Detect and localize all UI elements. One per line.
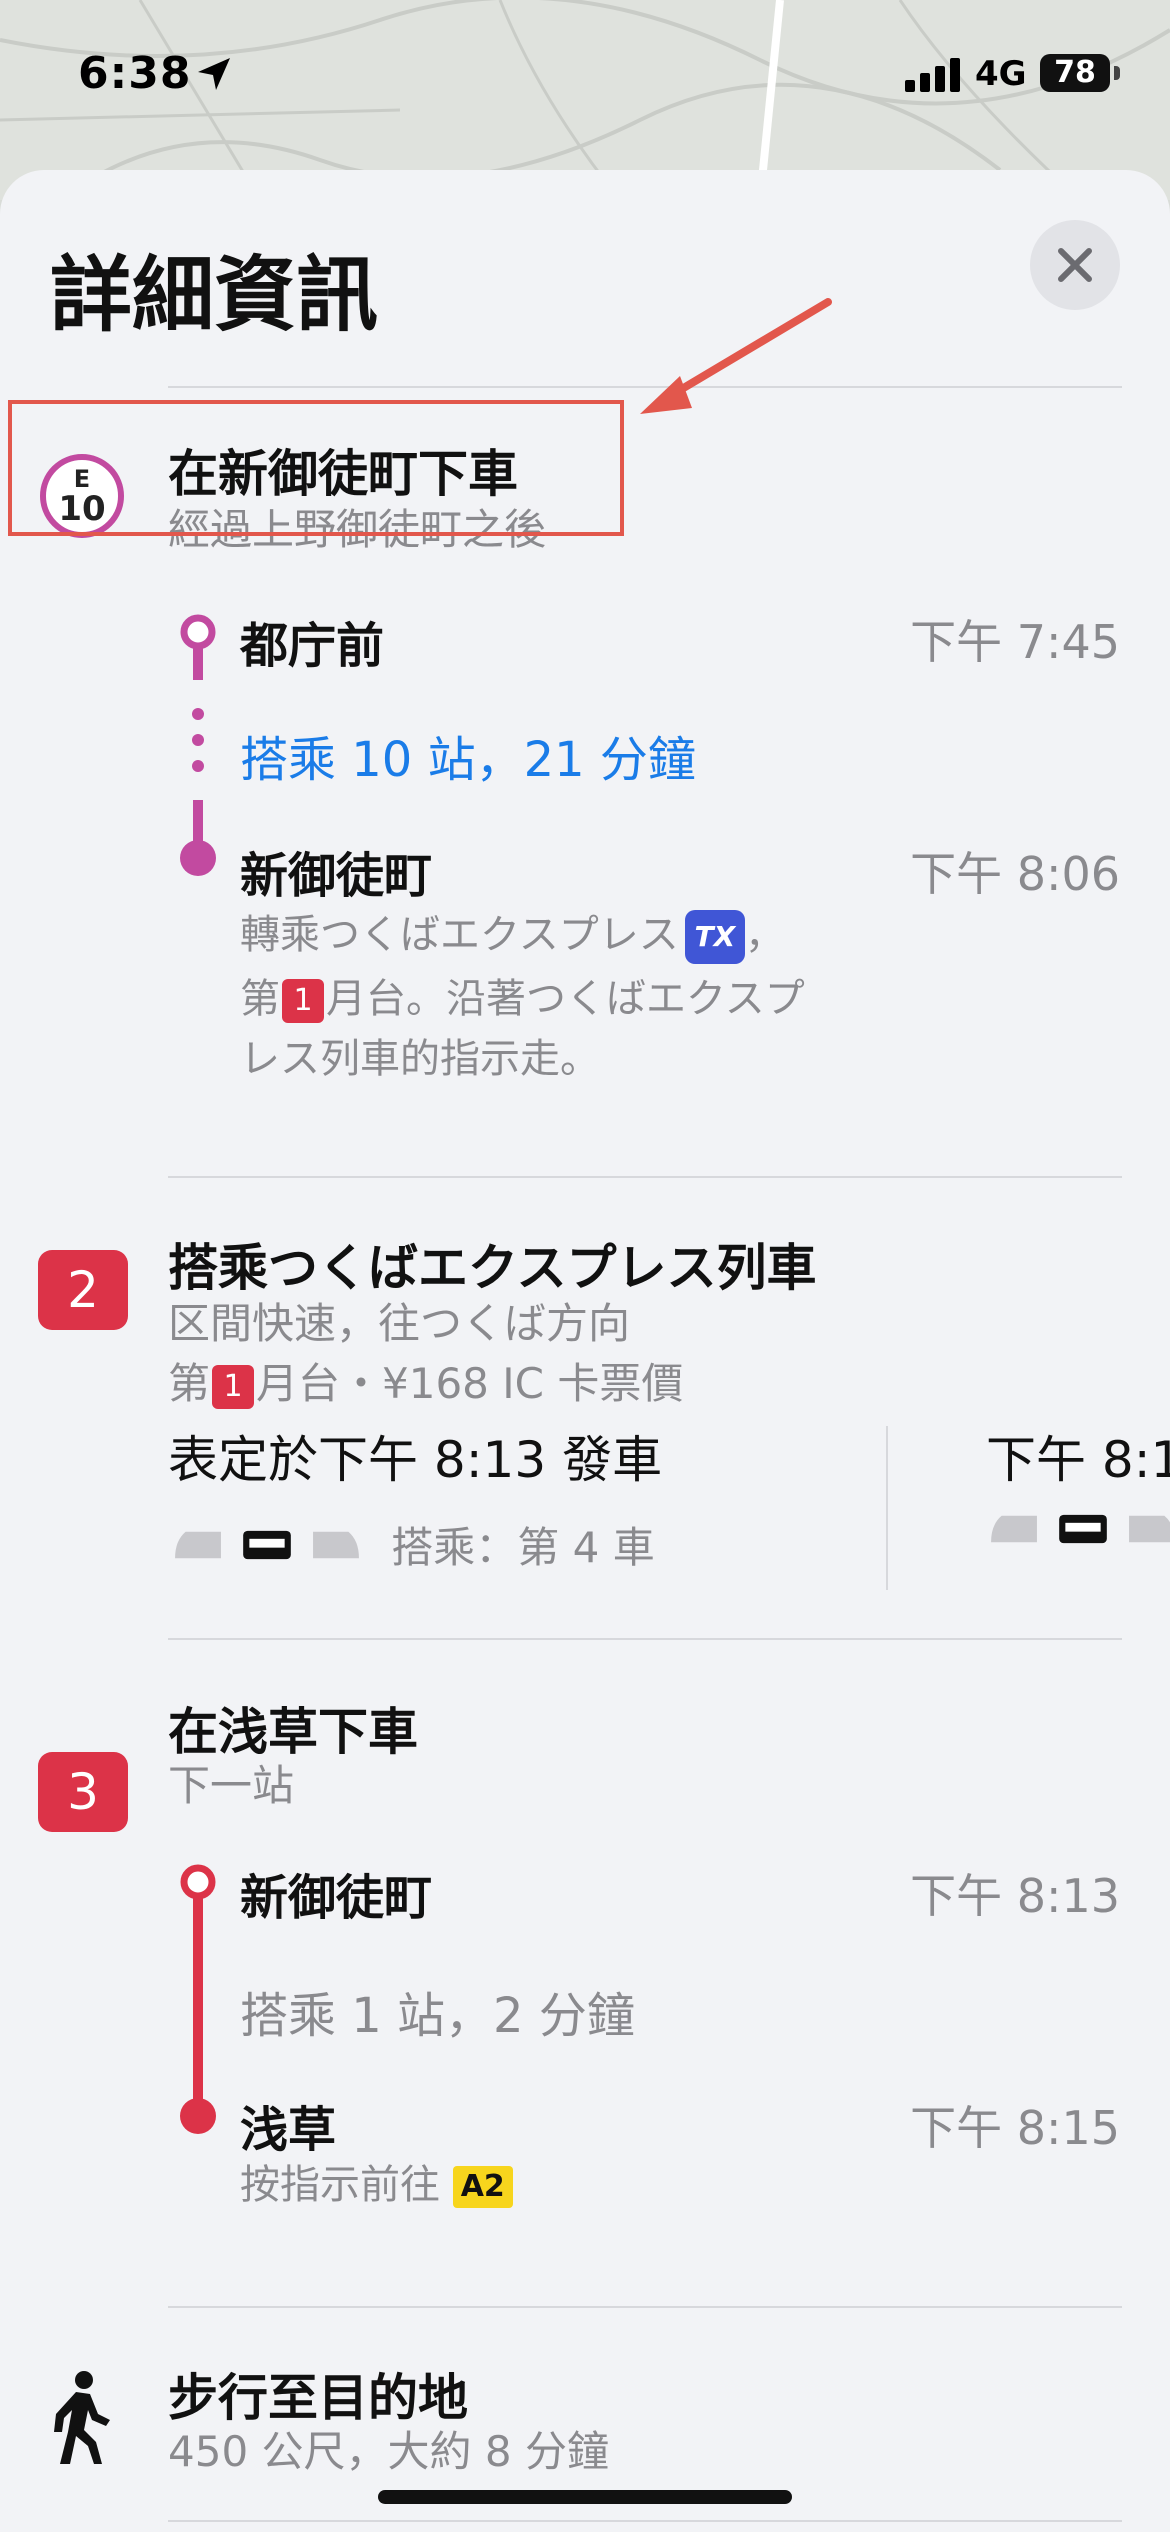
platform-badge: 1 [212,1364,255,1409]
arrow-annotation-icon [640,298,832,414]
train-car-selected-icon [243,1530,291,1559]
transfer-note-line3: レス列車的指示走。 [240,1036,600,1082]
step2-fare-info: 第 1 月台・¥168 IC 卡票價 [168,1350,683,1411]
home-indicator[interactable] [378,2490,792,2504]
status-time: 6:38 [78,48,192,99]
divider [168,2520,1122,2522]
battery-icon: 78 [1040,54,1110,92]
cellular-signal-icon [905,58,960,92]
station-from: 都庁前 [240,618,385,674]
platform-badge: 1 [282,979,324,1023]
exit-note: 按指示前往 A2 [240,2152,513,2210]
train-car-rear-icon [313,1531,360,1558]
train-car-front-icon [175,1531,221,1558]
transfer-comma: ， [744,912,785,958]
platform-suffix: 月台。沿著つくばエクスプ [326,976,805,1022]
departure-card-next[interactable]: 下午 8:17 [986,1420,1170,1600]
close-icon [1058,248,1092,282]
departure-time: 表定於下午 8:13 發車 [168,1431,663,1489]
transfer-note-line2: 第 1 月台。沿著つくばエクスプ [240,966,805,1024]
status-bar: 6:38 4G 78 [0,0,1170,150]
route-line-tx [180,1864,216,2134]
close-button[interactable] [1030,220,1120,310]
battery-tip [1114,66,1120,80]
next-departure-time: 下午 8:17 [986,1431,1170,1489]
train-car-diagram [986,1514,1170,1544]
ride-info-link[interactable]: 搭乘 10 站，21 分鐘 [240,720,696,790]
tx-line-icon: TX [684,910,745,964]
train-car-selected-icon [1059,1514,1107,1544]
time-to: 下午 8:06 [910,847,1120,901]
platform-prefix: 第 [168,1359,211,1408]
route-line-e [180,614,216,876]
station-to: 新御徒町 [240,848,433,904]
step2-badge: 2 [38,1250,128,1330]
walking-person-icon [54,2371,110,2464]
transfer-note-line1: 轉乘つくばエクスプレス TX， [240,902,785,964]
divider [168,1176,1122,1178]
train-car-rear-icon [1129,1515,1170,1543]
network-type: 4G [975,54,1027,94]
departure-card-current[interactable]: 表定於下午 8:13 發車 搭乘：第 4 車 [168,1420,888,1600]
time-from: 下午 7:45 [910,615,1120,669]
details-sheet: 詳細資訊 E 10 在新御徒町下車 經過上野御徒町之後 都庁前 下午 7:45 … [0,170,1170,2532]
divider [168,1638,1122,1640]
platform-prefix: 第 [240,976,280,1022]
location-arrow-icon [198,58,230,90]
step3-subtitle: 下一站 [168,1761,295,1810]
time-to: 下午 8:15 [910,2101,1120,2155]
train-car-front-icon [991,1515,1037,1543]
step2-subtitle: 区間快速，往つくば方向 [168,1299,631,1348]
step3-badge: 3 [38,1752,128,1832]
exit-badge: A2 [452,2166,513,2208]
ride-info[interactable]: 搭乘 1 站，2 分鐘 [240,1976,635,2046]
divider [168,2306,1122,2308]
exit-text: 按指示前往 [240,2162,440,2208]
station-from: 新御徒町 [240,1870,433,1926]
fare-text: 月台・¥168 IC 卡票價 [256,1359,684,1408]
highlight-annotation [8,400,624,536]
transfer-text: 轉乘つくばエクスプレス [240,912,679,958]
sheet-title: 詳細資訊 [50,248,379,343]
card-divider [886,1426,888,1590]
station-to: 浅草 [240,2102,337,2158]
train-car-diagram: 搭乘：第 4 車 [170,1514,655,1575]
time-from: 下午 8:13 [910,1869,1120,1923]
boarding-car: 搭乘：第 4 車 [391,1523,655,1572]
step4-subtitle: 450 公尺，大約 8 分鐘 [168,2427,609,2476]
